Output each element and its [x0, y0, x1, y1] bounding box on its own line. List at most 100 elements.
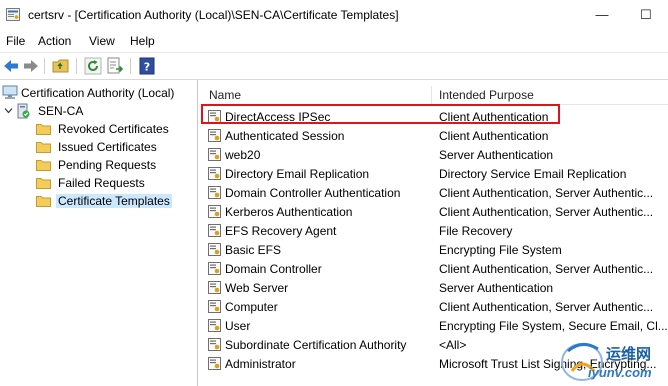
- template-intended-purpose: Client Authentication: [439, 129, 549, 143]
- toolbar-separator: [76, 58, 77, 74]
- chevron-down-icon[interactable]: [4, 106, 13, 115]
- certificate-template-icon: [208, 357, 221, 370]
- template-name: Domain Controller: [225, 262, 322, 276]
- certificate-template-icon: [208, 129, 221, 142]
- column-header-intended-purpose[interactable]: Intended Purpose: [439, 88, 534, 102]
- tree-item-pending-requests[interactable]: Pending Requests: [0, 156, 197, 174]
- minimize-button[interactable]: —: [582, 4, 622, 26]
- folder-icon: [36, 142, 51, 153]
- template-name: Domain Controller Authentication: [225, 186, 401, 200]
- tree-root-label: Certification Authority (Local): [21, 86, 175, 100]
- list-item[interactable]: Web Server Server Authentication: [201, 278, 668, 297]
- template-name: User: [225, 319, 251, 333]
- maximize-button[interactable]: ☐: [626, 4, 666, 26]
- template-name: Directory Email Replication: [225, 167, 370, 181]
- certificate-template-icon: [208, 224, 221, 237]
- help-icon[interactable]: ?: [138, 57, 156, 75]
- tree-node-sen-ca[interactable]: SEN-CA: [0, 102, 197, 120]
- list-item[interactable]: Basic EFS Encrypting File System: [201, 240, 668, 259]
- refresh-icon[interactable]: [84, 57, 102, 75]
- up-folder-icon[interactable]: [52, 57, 70, 75]
- list-item[interactable]: Kerberos Authentication Client Authentica…: [201, 202, 668, 221]
- watermark-url: iyunv.com: [588, 365, 652, 380]
- tree-item-label: Pending Requests: [58, 158, 157, 172]
- menu-file[interactable]: File: [6, 34, 25, 48]
- folder-icon: [36, 178, 51, 189]
- menu-action[interactable]: Action: [38, 34, 71, 48]
- tree-item-certificate-templates[interactable]: Certificate Templates: [0, 192, 197, 210]
- template-name: Web Server: [225, 281, 289, 295]
- back-arrow-icon[interactable]: [2, 57, 20, 75]
- certificate-template-icon: [208, 243, 221, 256]
- tree-item-issued-certificates[interactable]: Issued Certificates: [0, 138, 197, 156]
- certificate-template-icon: [208, 167, 221, 180]
- certificate-template-icon: [208, 300, 221, 313]
- tree-root-certification-authority[interactable]: Certification Authority (Local): [0, 84, 197, 102]
- template-intended-purpose: Server Authentication: [439, 281, 554, 295]
- tree-item-label: Failed Requests: [58, 176, 145, 190]
- folder-icon: [36, 160, 51, 171]
- template-name: Computer: [225, 300, 278, 314]
- site-watermark: 运维网 iyunv.com: [560, 335, 668, 386]
- console-tree: Certification Authority (Local) SEN-CA R…: [0, 80, 198, 386]
- export-list-icon[interactable]: [106, 57, 124, 75]
- list-item[interactable]: Directory Email Replication Directory Ser…: [201, 164, 668, 183]
- toolbar: ?: [0, 52, 668, 80]
- folder-icon: [36, 124, 51, 135]
- list-item[interactable]: Authenticated Session Client Authenticati…: [201, 126, 668, 145]
- template-name: Basic EFS: [225, 243, 282, 257]
- list-item[interactable]: Domain Controller Authentication Client A…: [201, 183, 668, 202]
- template-intended-purpose: Directory Service Email Replication: [439, 167, 627, 181]
- list-item[interactable]: Domain Controller Client Authentication, …: [201, 259, 668, 278]
- tree-item-revoked-certificates[interactable]: Revoked Certificates: [0, 120, 197, 138]
- template-intended-purpose: Encrypting File System, Secure Email, Cl…: [439, 319, 667, 333]
- menu-bar: File Action View Help: [0, 30, 668, 52]
- tree-item-failed-requests[interactable]: Failed Requests: [0, 174, 197, 192]
- menu-help[interactable]: Help: [130, 34, 155, 48]
- list-column-header: Name Intended Purpose: [201, 86, 668, 105]
- certificate-template-icon: [208, 186, 221, 199]
- list-item[interactable]: EFS Recovery Agent File Recovery: [201, 221, 668, 240]
- window-title: certsrv - [Certification Authority (Loca…: [28, 8, 399, 22]
- certificate-template-icon: [208, 319, 221, 332]
- template-intended-purpose: Client Authentication, Server Authentic.…: [439, 300, 654, 314]
- list-item[interactable]: User Encrypting File System, Secure Email…: [201, 316, 668, 335]
- watermark-text: 运维网: [606, 346, 652, 363]
- template-intended-purpose: Client Authentication, Server Authentic.…: [439, 205, 654, 219]
- template-name: Administrator: [225, 357, 296, 371]
- forward-arrow-icon[interactable]: [22, 57, 40, 75]
- tree-item-label: Certificate Templates: [56, 194, 172, 208]
- list-item[interactable]: Computer Client Authentication, Server Au…: [201, 297, 668, 316]
- certsrv-app-icon: [6, 8, 20, 21]
- certificate-template-icon: [208, 338, 221, 351]
- template-name: web20: [225, 148, 261, 162]
- title-bar: certsrv - [Certification Authority (Loca…: [0, 0, 668, 30]
- template-intended-purpose: File Recovery: [439, 224, 513, 238]
- column-header-name[interactable]: Name: [209, 88, 241, 102]
- tree-item-label: Revoked Certificates: [58, 122, 169, 136]
- certificate-template-icon: [208, 262, 221, 275]
- folder-icon: [36, 196, 51, 207]
- certificate-template-icon: [208, 148, 221, 161]
- column-divider[interactable]: [431, 86, 432, 104]
- template-intended-purpose: Client Authentication, Server Authentic.…: [439, 262, 654, 276]
- toolbar-separator: [44, 58, 45, 74]
- svg-text:?: ?: [144, 61, 150, 74]
- computer-icon: [2, 85, 18, 99]
- template-name: Kerberos Authentication: [225, 205, 353, 219]
- certificate-template-icon: [208, 281, 221, 294]
- toolbar-separator: [130, 58, 131, 74]
- template-name: Subordinate Certification Authority: [225, 338, 407, 352]
- tree-item-label: Issued Certificates: [58, 140, 157, 154]
- template-intended-purpose: Server Authentication: [439, 148, 554, 162]
- certificate-template-icon: [208, 205, 221, 218]
- ca-server-icon: [17, 103, 30, 119]
- template-name: EFS Recovery Agent: [225, 224, 337, 238]
- menu-view[interactable]: View: [89, 34, 115, 48]
- tree-node-sen-ca-label: SEN-CA: [38, 104, 84, 118]
- highlight-box: [201, 104, 560, 124]
- template-name: Authenticated Session: [225, 129, 345, 143]
- template-intended-purpose: Encrypting File System: [439, 243, 562, 257]
- template-intended-purpose: Client Authentication, Server Authentic.…: [439, 186, 654, 200]
- list-item[interactable]: web20 Server Authentication: [201, 145, 668, 164]
